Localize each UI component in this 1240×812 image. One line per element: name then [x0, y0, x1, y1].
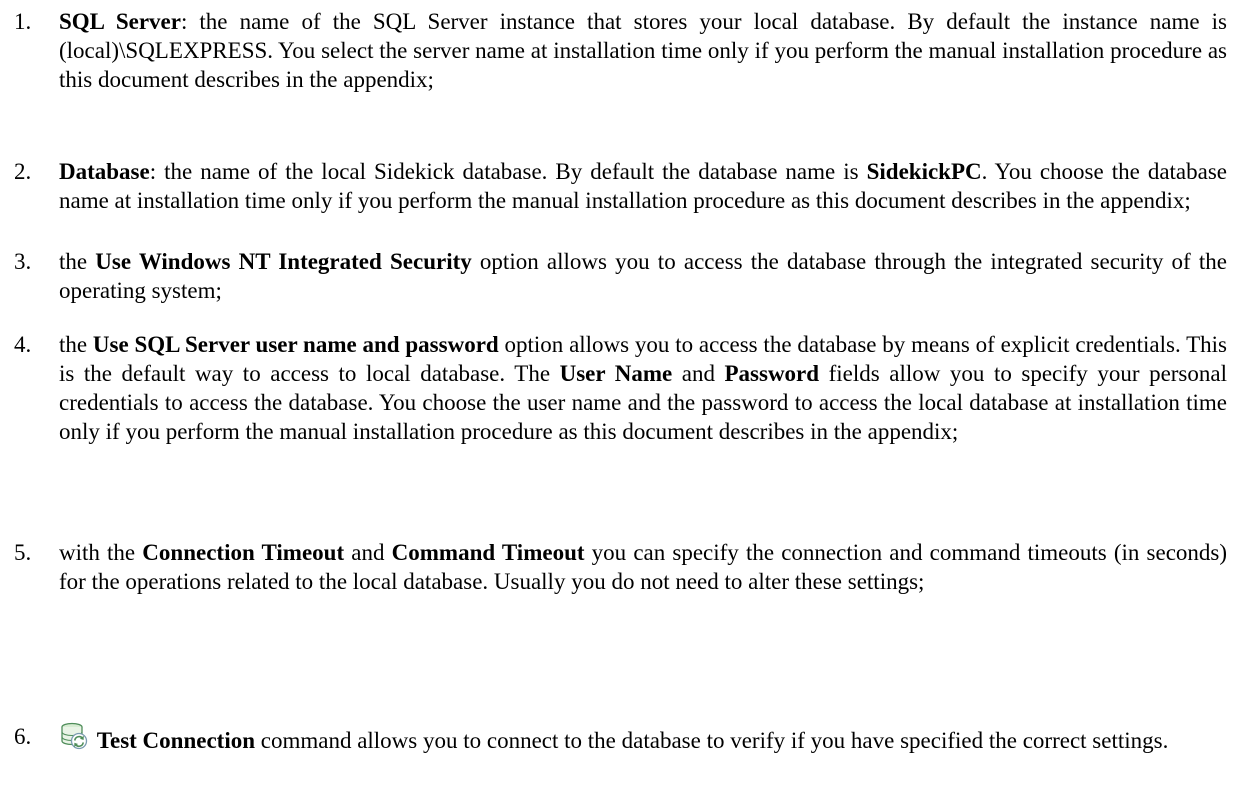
term-connection-timeout: Connection Timeout [142, 540, 345, 565]
term-windows-integrated-security: Use Windows NT Integrated Security [95, 249, 472, 274]
text-run: with the [59, 540, 143, 565]
term-user-name: User Name [559, 361, 673, 386]
list-item-text: with the Connection Timeout and Command … [59, 538, 1227, 596]
text-run: the [59, 249, 96, 274]
list-item-number: 4. [14, 332, 32, 357]
text-run: : the name of the SQL Server instance th… [59, 9, 1227, 92]
list-item-text: Test Connection command allows you to co… [59, 722, 1227, 755]
term-sql-user-password: Use SQL Server user name and password [92, 332, 499, 357]
term-test-connection: Test Connection [96, 728, 255, 753]
list-item-number: 1. [14, 9, 32, 34]
list-item-number: 3. [14, 249, 32, 274]
term-sidekickpc: SidekickPC [866, 159, 982, 184]
term-database: Database [59, 159, 150, 184]
list-item-text: the Use Windows NT Integrated Security o… [59, 247, 1227, 305]
term-command-timeout: Command Timeout [391, 540, 585, 565]
database-refresh-icon [59, 722, 89, 750]
text-run: command allows you to connect to the dat… [255, 728, 1169, 753]
text-run: the [59, 332, 93, 357]
list-item-number: 2. [14, 159, 32, 184]
list-item-number: 5. [14, 540, 32, 565]
text-run: and [672, 361, 725, 386]
term-sql-server: SQL Server [59, 9, 181, 34]
list-item-text: the Use SQL Server user name and passwor… [59, 330, 1227, 446]
text-run: : the name of the local Sidekick databas… [149, 159, 867, 184]
list-item-number: 6. [14, 724, 32, 749]
list-item-text: SQL Server: the name of the SQL Server i… [59, 7, 1227, 94]
list-item-text: Database: the name of the local Sidekick… [59, 157, 1227, 215]
text-run: and [344, 540, 392, 565]
term-password: Password [724, 361, 820, 386]
